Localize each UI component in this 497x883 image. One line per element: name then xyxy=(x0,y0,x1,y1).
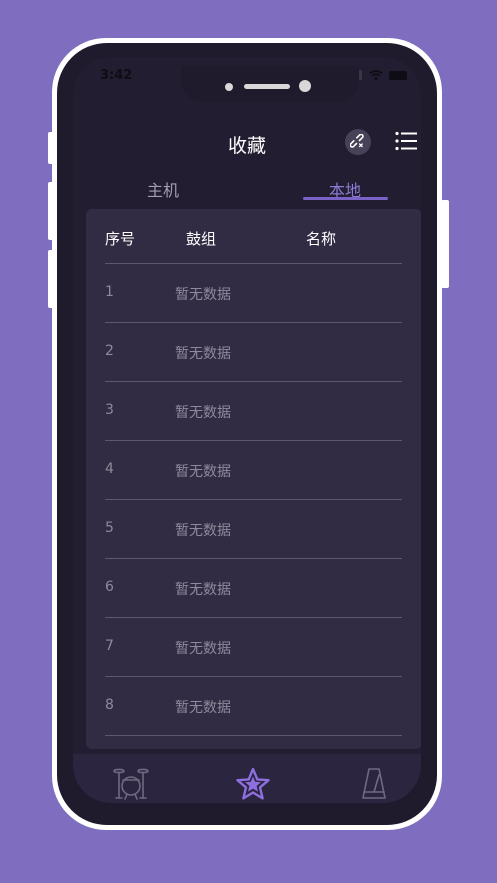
tab-metronome[interactable] xyxy=(356,766,392,802)
table-row[interactable]: 1 暂无数据 xyxy=(86,264,421,323)
front-camera xyxy=(299,80,311,92)
table-row[interactable]: 2 暂无数据 xyxy=(86,323,421,382)
status-time: 3:42 xyxy=(100,68,133,83)
unlink-button[interactable] xyxy=(345,129,371,155)
star-icon xyxy=(236,767,270,800)
stage: 3:42 收藏 主机 本地 序号 鼓组 名称 1 暂无数据 2 暂无数据 3 暂… xyxy=(0,0,497,883)
row-divider xyxy=(105,735,402,736)
power-button xyxy=(441,200,449,288)
row-kit: 暂无数据 xyxy=(175,641,231,657)
table-row[interactable]: 7 暂无数据 xyxy=(86,618,421,677)
row-index: 7 xyxy=(105,638,114,654)
menu-icon xyxy=(395,131,417,151)
row-kit: 暂无数据 xyxy=(175,287,231,303)
table-row[interactable]: 8 暂无数据 xyxy=(86,677,421,736)
active-tab-indicator xyxy=(303,197,388,200)
bottom-tab-bar xyxy=(73,754,421,803)
phone-bezel: 3:42 收藏 主机 本地 序号 鼓组 名称 1 暂无数据 2 暂无数据 3 暂… xyxy=(57,43,437,825)
tab-host[interactable]: 主机 xyxy=(147,177,179,201)
table-row[interactable]: 6 暂无数据 xyxy=(86,559,421,618)
drum-kit-icon xyxy=(113,768,149,800)
table-row[interactable]: 3 暂无数据 xyxy=(86,382,421,441)
menu-button[interactable] xyxy=(395,131,417,151)
wifi-icon xyxy=(369,70,383,80)
table-body: 1 暂无数据 2 暂无数据 3 暂无数据 4 暂无数据 5 暂无数据 6 暂无数… xyxy=(86,264,421,736)
row-kit: 暂无数据 xyxy=(175,700,231,716)
row-index: 6 xyxy=(105,579,114,595)
row-index: 3 xyxy=(105,402,114,418)
row-index: 1 xyxy=(105,284,114,300)
metronome-icon xyxy=(362,768,386,799)
row-index: 8 xyxy=(105,697,114,713)
row-kit: 暂无数据 xyxy=(175,405,231,421)
row-kit: 暂无数据 xyxy=(175,582,231,598)
proximity-sensor xyxy=(225,83,233,91)
tab-drum-kit[interactable] xyxy=(113,766,149,802)
notch xyxy=(181,66,359,102)
favorites-table: 序号 鼓组 名称 1 暂无数据 2 暂无数据 3 暂无数据 4 暂无数据 5 暂… xyxy=(86,209,421,749)
column-header-kit: 鼓组 xyxy=(186,230,217,248)
row-index: 2 xyxy=(105,343,114,359)
row-kit: 暂无数据 xyxy=(175,523,231,539)
row-index: 4 xyxy=(105,461,114,477)
row-kit: 暂无数据 xyxy=(175,346,231,362)
earpiece-speaker xyxy=(244,84,290,89)
tab-favorites[interactable] xyxy=(235,766,271,802)
unlink-icon xyxy=(350,134,364,148)
table-row[interactable]: 4 暂无数据 xyxy=(86,441,421,500)
table-row[interactable]: 5 暂无数据 xyxy=(86,500,421,559)
row-kit: 暂无数据 xyxy=(175,464,231,480)
phone-frame: 3:42 收藏 主机 本地 序号 鼓组 名称 1 暂无数据 2 暂无数据 3 暂… xyxy=(52,38,442,830)
app-screen: 3:42 收藏 主机 本地 序号 鼓组 名称 1 暂无数据 2 暂无数据 3 暂… xyxy=(73,57,421,803)
row-index: 5 xyxy=(105,520,114,536)
column-header-index: 序号 xyxy=(105,230,136,248)
column-header-name: 名称 xyxy=(306,230,337,248)
battery-icon xyxy=(389,70,407,80)
